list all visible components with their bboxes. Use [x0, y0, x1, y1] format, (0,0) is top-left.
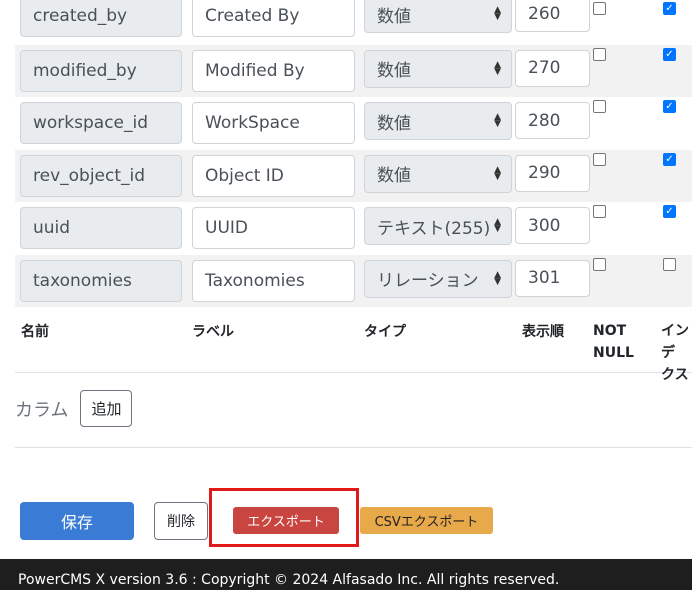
column-type-value: 数値	[377, 6, 411, 27]
header-index-line1: インデ	[661, 323, 689, 361]
add-column-button[interactable]: 追加	[80, 390, 133, 427]
column-row: taxonomies Taxonomies リレーション ▲ ▼ 301	[15, 254, 692, 307]
select-caret-icon: ▲ ▼	[494, 112, 501, 129]
header-name: 名前	[21, 324, 49, 340]
not-null-checkbox[interactable]	[593, 2, 606, 15]
column-type-select[interactable]: 数値 ▲ ▼	[364, 49, 512, 88]
column-label-field[interactable]: Object ID	[192, 154, 355, 197]
select-caret-icon: ▲ ▼	[494, 59, 501, 77]
column-type-select[interactable]: リレーション ▲ ▼	[364, 259, 512, 298]
not-null-checkbox[interactable]	[593, 257, 606, 271]
column-row: uuid UUID テキスト(255) ▲ ▼ 300 ✓	[15, 202, 692, 255]
delete-button[interactable]: 削除	[154, 502, 208, 540]
column-add-section: カラム 追加	[15, 390, 133, 427]
index-checkbox[interactable]: ✓	[663, 152, 676, 166]
index-checkbox[interactable]: ✓	[663, 2, 676, 15]
divider	[15, 447, 692, 448]
column-label-field[interactable]: UUID	[192, 207, 355, 249]
column-name-field[interactable]: created_by	[20, 0, 182, 37]
column-name-field[interactable]: taxonomies	[20, 259, 182, 302]
column-add-label: カラム	[15, 399, 69, 421]
header-index: インデ クス	[661, 320, 692, 386]
not-null-checkbox[interactable]	[593, 152, 606, 166]
index-checkbox[interactable]: ✓	[663, 205, 676, 218]
column-type-value: 数値	[377, 61, 411, 81]
column-order-field[interactable]: 290	[515, 154, 590, 192]
select-caret-icon: ▲ ▼	[494, 217, 501, 234]
column-type-value: リレーション	[377, 271, 479, 291]
select-caret-icon: ▲ ▼	[494, 269, 501, 287]
not-null-checkbox[interactable]	[593, 100, 606, 113]
column-type-select[interactable]: 数値 ▲ ▼	[364, 154, 512, 193]
column-row: created_by Created By 数値 ▲ ▼ 260 ✓	[15, 0, 692, 45]
index-checkbox[interactable]: ✓	[663, 47, 676, 61]
column-type-value: 数値	[377, 113, 411, 134]
column-label-field[interactable]: WorkSpace	[192, 102, 355, 144]
column-table-header: 名前 ラベル タイプ 表示順 NOT NULL インデクス	[15, 313, 692, 383]
export-button[interactable]: エクスポート	[233, 507, 339, 534]
column-label-field[interactable]: Modified By	[192, 49, 355, 92]
header-type: タイプ	[364, 324, 406, 340]
header-not-null: NOT NULL	[593, 320, 634, 364]
column-type-select[interactable]: テキスト(255) ▲ ▼	[364, 207, 512, 245]
column-type-select[interactable]: 数値 ▲ ▼	[364, 102, 512, 140]
header-not-null-line2: NULL	[593, 345, 634, 361]
column-label-field[interactable]: Created By	[192, 0, 355, 37]
header-index-line2: クス	[661, 367, 689, 383]
column-type-value: 数値	[377, 166, 411, 186]
select-caret-icon: ▲ ▼	[494, 5, 501, 22]
column-label-field[interactable]: Taxonomies	[192, 259, 355, 302]
column-name-field[interactable]: uuid	[20, 207, 182, 249]
column-row: rev_object_id Object ID 数値 ▲ ▼ 290 ✓	[15, 149, 692, 202]
footer-copyright: PowerCMS X version 3.6 : Copyright © 202…	[18, 572, 560, 588]
column-name-field[interactable]: modified_by	[20, 49, 182, 92]
column-order-field[interactable]: 300	[515, 207, 590, 244]
column-order-field[interactable]: 260	[515, 0, 590, 32]
not-null-checkbox[interactable]	[593, 205, 606, 218]
save-button[interactable]: 保存	[20, 502, 134, 540]
column-name-field[interactable]: workspace_id	[20, 102, 182, 144]
header-label: ラベル	[192, 324, 234, 340]
index-checkbox[interactable]: ✓	[663, 100, 676, 113]
column-type-select[interactable]: 数値 ▲ ▼	[364, 0, 512, 33]
column-order-field[interactable]: 301	[515, 259, 590, 297]
column-row: modified_by Modified By 数値 ▲ ▼ 270 ✓	[15, 44, 692, 97]
csv-export-button[interactable]: CSVエクスポート	[360, 507, 493, 534]
column-type-value: テキスト(255)	[377, 218, 491, 239]
footer: PowerCMS X version 3.6 : Copyright © 202…	[0, 559, 692, 590]
column-order-field[interactable]: 270	[515, 49, 590, 87]
not-null-checkbox[interactable]	[593, 47, 606, 61]
column-rows: created_by Created By 数値 ▲ ▼ 260 ✓ modifie…	[15, 0, 692, 307]
header-not-null-line1: NOT	[593, 323, 627, 339]
header-order: 表示順	[522, 324, 564, 340]
column-row: workspace_id WorkSpace 数値 ▲ ▼ 280 ✓	[15, 97, 692, 150]
column-order-field[interactable]: 280	[515, 102, 590, 139]
column-name-field[interactable]: rev_object_id	[20, 154, 182, 197]
select-caret-icon: ▲ ▼	[494, 164, 501, 182]
index-checkbox[interactable]	[663, 257, 676, 271]
